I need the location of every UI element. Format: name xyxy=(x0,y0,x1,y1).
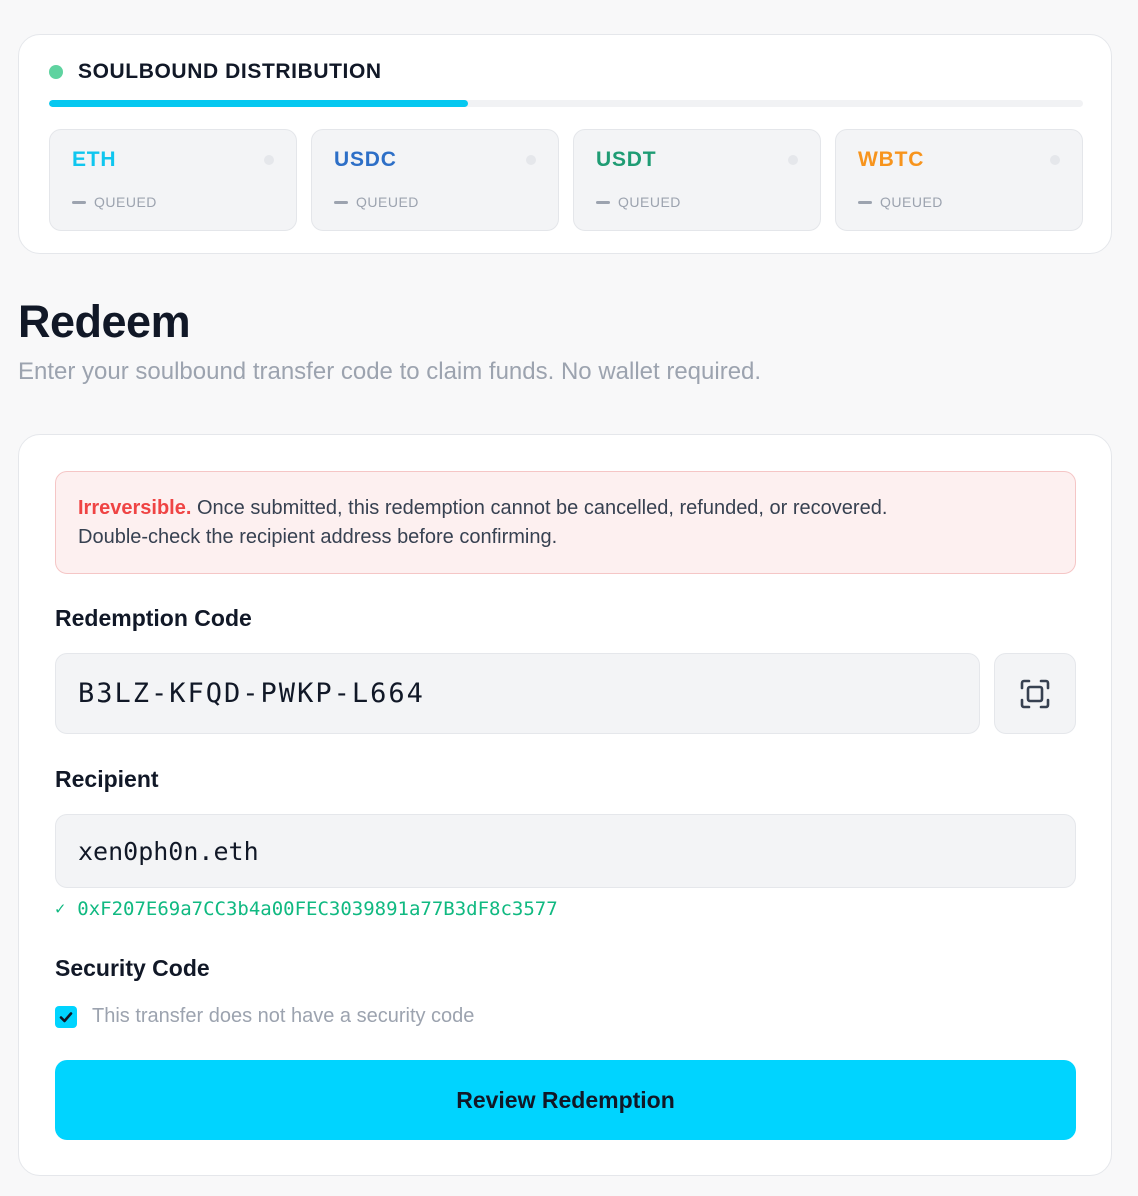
security-code-label: Security Code xyxy=(55,955,210,981)
review-redemption-button[interactable]: Review Redemption xyxy=(55,1060,1076,1140)
scan-icon xyxy=(1020,679,1050,708)
status-dot xyxy=(49,65,63,79)
no-security-code-checkbox[interactable] xyxy=(55,1005,77,1028)
no-security-code-label: This transfer does not have a security c… xyxy=(92,1005,475,1027)
distribution-card: SOULBOUND DISTRIBUTION ETH QUEUED USDC Q… xyxy=(18,34,1112,254)
irreversible-warning: Irreversible. Once submitted, this redem… xyxy=(55,471,1076,574)
token-status: QUEUED xyxy=(858,194,943,210)
token-list: ETH QUEUED USDC QUEUED USDT QUEUED WBTC … xyxy=(49,129,1083,231)
token-status-text: QUEUED xyxy=(356,194,419,210)
dash-icon xyxy=(596,200,610,204)
no-security-code-option[interactable]: This transfer does not have a security c… xyxy=(55,1005,474,1028)
token-status-dot xyxy=(1050,155,1060,165)
token-card-usdc: USDC QUEUED xyxy=(311,129,559,231)
token-symbol: USDC xyxy=(334,148,397,171)
dash-icon xyxy=(72,200,86,204)
token-status-text: QUEUED xyxy=(880,194,943,210)
token-card-eth: ETH QUEUED xyxy=(49,129,297,231)
redemption-code-label: Redemption Code xyxy=(55,605,252,631)
redemption-code-input[interactable]: B3LZ-KFQD-PWKP-L664 xyxy=(55,653,980,734)
token-status: QUEUED xyxy=(72,194,157,210)
distribution-header: SOULBOUND DISTRIBUTION xyxy=(49,60,382,84)
resolved-address-value: 0xF207E69a7CC3b4a00FEC3039891a77B3dF8c35… xyxy=(77,898,558,920)
page-title: Redeem xyxy=(18,296,191,347)
check-icon: ✓ xyxy=(55,899,66,919)
page-subtitle: Enter your soulbound transfer code to cl… xyxy=(18,358,762,385)
recipient-value: xen0ph0n.eth xyxy=(78,836,259,866)
warning-title: Irreversible. xyxy=(78,497,192,519)
checkmark-icon xyxy=(59,1011,73,1022)
token-symbol: WBTC xyxy=(858,148,925,171)
dash-icon xyxy=(334,200,348,204)
dash-icon xyxy=(858,200,872,204)
token-symbol: USDT xyxy=(596,148,657,171)
scan-code-button[interactable] xyxy=(994,653,1076,734)
redemption-code-value: B3LZ-KFQD-PWKP-L664 xyxy=(78,678,425,709)
warning-text-line-1: Once submitted, this redemption cannot b… xyxy=(191,497,888,519)
token-status: QUEUED xyxy=(334,194,419,210)
recipient-input[interactable]: xen0ph0n.eth xyxy=(55,814,1076,888)
token-status-text: QUEUED xyxy=(94,194,157,210)
token-status-dot xyxy=(526,155,536,165)
resolved-address: ✓ 0xF207E69a7CC3b4a00FEC3039891a77B3dF8c… xyxy=(55,898,558,920)
redeem-form: Irreversible. Once submitted, this redem… xyxy=(18,434,1112,1176)
token-symbol: ETH xyxy=(72,148,117,171)
recipient-label: Recipient xyxy=(55,766,159,792)
token-card-usdt: USDT QUEUED xyxy=(573,129,821,231)
distribution-title: SOULBOUND DISTRIBUTION xyxy=(78,60,382,83)
token-card-wbtc: WBTC QUEUED xyxy=(835,129,1083,231)
distribution-progress-fill xyxy=(49,100,468,107)
token-status: QUEUED xyxy=(596,194,681,210)
distribution-progress-bar xyxy=(49,100,1083,107)
token-status-dot xyxy=(788,155,798,165)
token-status-dot xyxy=(264,155,274,165)
warning-text-line-2: Double-check the recipient address befor… xyxy=(78,526,558,548)
token-status-text: QUEUED xyxy=(618,194,681,210)
